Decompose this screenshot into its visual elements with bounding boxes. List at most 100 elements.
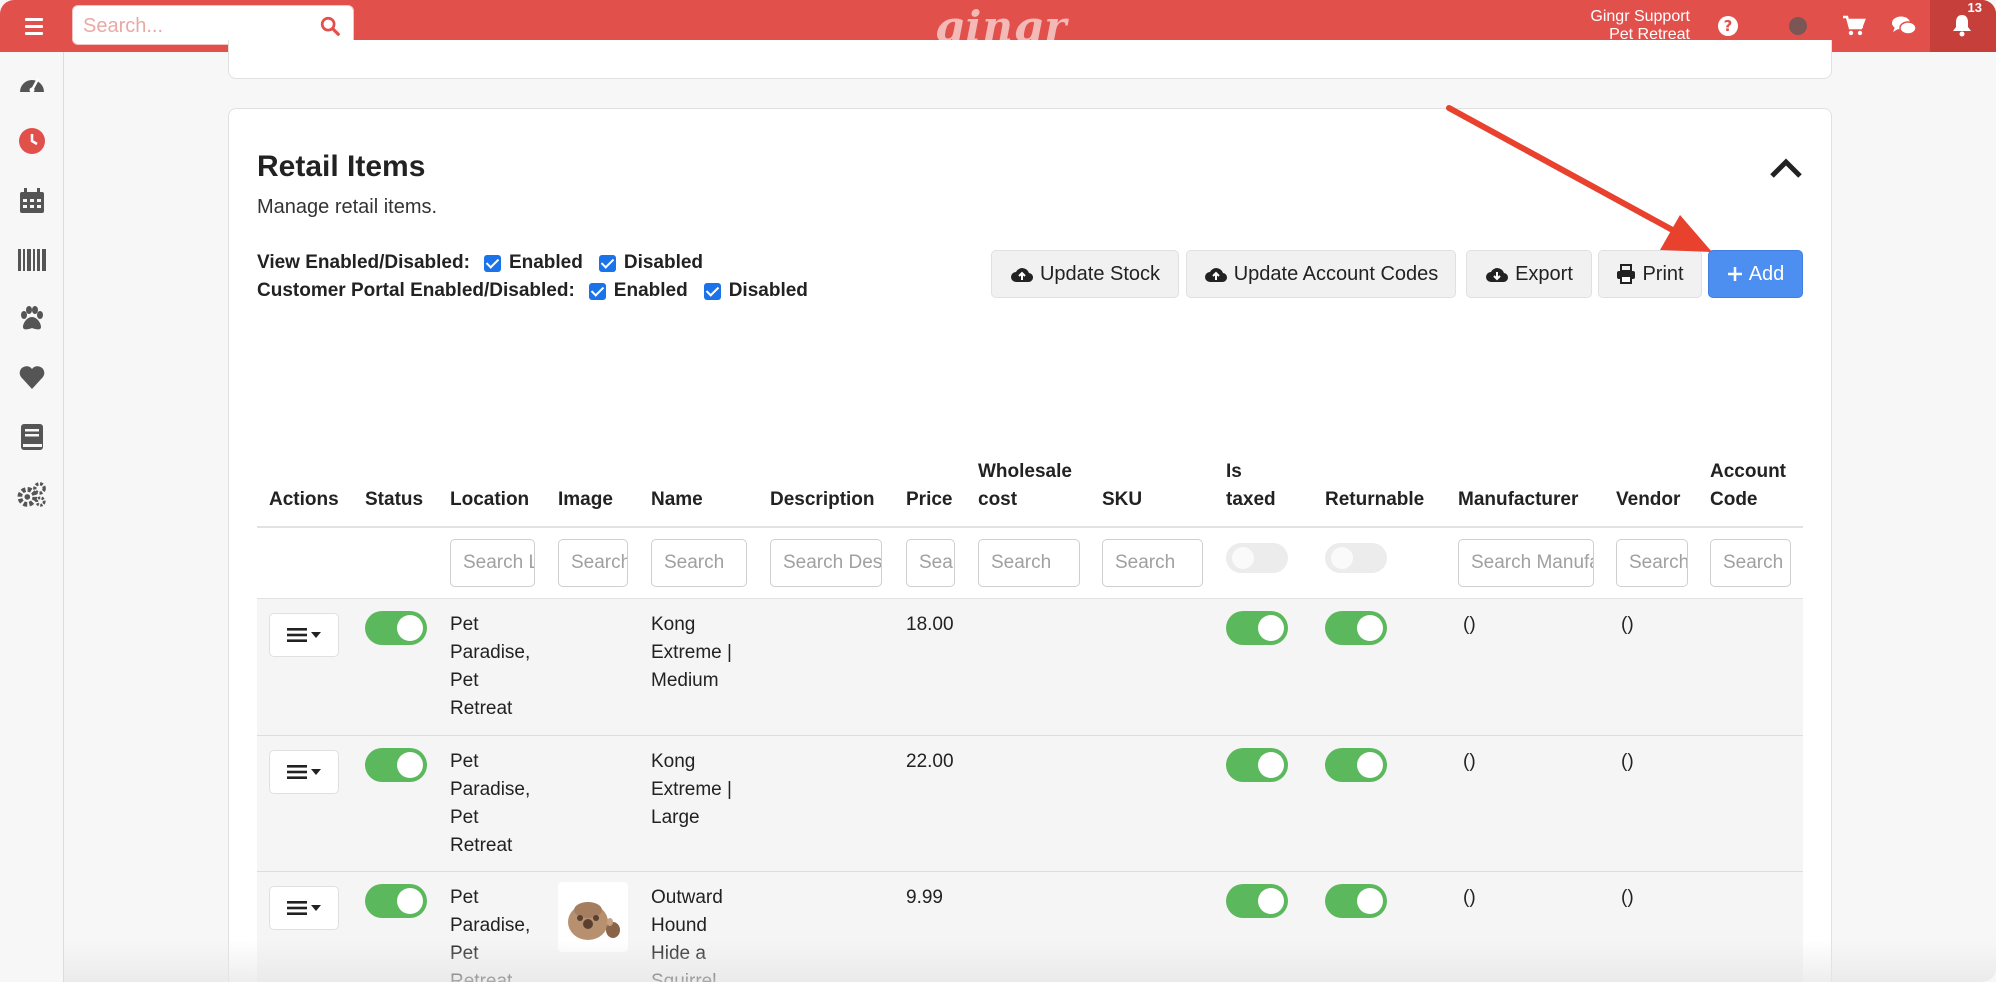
menu-icon[interactable] <box>14 12 54 40</box>
status-dot-icon[interactable] <box>1784 12 1812 40</box>
notification-badge: 13 <box>1967 0 1982 15</box>
view-enabled-checkbox[interactable]: Enabled <box>483 252 583 274</box>
cloud-download-icon <box>1486 268 1509 283</box>
cart-icon[interactable] <box>1840 12 1868 40</box>
checkbox-checked-icon[interactable] <box>483 254 501 272</box>
row-price: 22.00 <box>906 751 954 772</box>
printer-icon <box>1617 264 1636 284</box>
update-account-codes-button[interactable]: Update Account Codes <box>1186 250 1456 298</box>
list-icon <box>287 628 307 642</box>
col-description[interactable]: Description <box>770 486 875 514</box>
col-status[interactable]: Status <box>365 486 423 514</box>
account-code-search-input[interactable] <box>1710 539 1791 587</box>
row-name: Kong Extreme | Large <box>651 751 732 828</box>
chevron-up-icon[interactable] <box>1768 156 1804 180</box>
row-actions-button[interactable] <box>269 886 339 930</box>
paw-icon[interactable] <box>17 304 47 334</box>
location-search-input[interactable] <box>450 539 535 587</box>
status-toggle[interactable] <box>365 611 427 645</box>
row-location: Pet Paradise, Pet Retreat <box>450 751 531 856</box>
global-search[interactable] <box>72 5 354 45</box>
sidebar <box>0 52 64 982</box>
is-taxed-toggle[interactable] <box>1226 611 1288 645</box>
is-taxed-toggle[interactable] <box>1226 884 1288 918</box>
gears-icon[interactable] <box>17 480 47 510</box>
view-disabled-checkbox[interactable]: Disabled <box>598 252 703 274</box>
row-manufacturer: () <box>1463 614 1476 635</box>
col-wholesale-cost[interactable]: Wholesale cost <box>978 458 1072 514</box>
row-location: Pet Paradise, Pet Retreat <box>450 887 531 982</box>
row-vendor: () <box>1621 751 1634 772</box>
name-search-input[interactable] <box>651 539 747 587</box>
checkbox-checked-icon[interactable] <box>588 282 606 300</box>
chat-icon[interactable] <box>1890 12 1918 40</box>
status-toggle[interactable] <box>365 748 427 782</box>
col-sku[interactable]: SKU <box>1102 486 1142 514</box>
col-vendor[interactable]: Vendor <box>1616 486 1680 514</box>
add-button[interactable]: Add <box>1708 250 1803 298</box>
dashboard-icon[interactable] <box>17 68 47 98</box>
row-manufacturer: () <box>1463 751 1476 772</box>
question-icon[interactable]: ? <box>1714 12 1742 40</box>
table-row[interactable]: Pet Paradise, Pet Retreat Kong Extreme | Larg… <box>257 736 1803 872</box>
row-location: Pet Paradise, Pet Retreat <box>450 614 531 719</box>
description-search-input[interactable] <box>770 539 882 587</box>
returnable-toggle[interactable] <box>1325 884 1387 918</box>
vendor-search-input[interactable] <box>1616 539 1688 587</box>
col-name[interactable]: Name <box>651 486 703 514</box>
heart-icon[interactable] <box>17 362 47 392</box>
col-returnable[interactable]: Returnable <box>1325 486 1424 514</box>
row-price: 9.99 <box>906 887 943 908</box>
book-icon[interactable] <box>17 422 47 452</box>
caret-down-icon <box>311 632 321 638</box>
status-toggle[interactable] <box>365 884 427 918</box>
row-vendor: () <box>1621 887 1634 908</box>
product-thumbnail[interactable] <box>558 882 628 952</box>
caret-down-icon <box>311 905 321 911</box>
manufacturer-search-input[interactable] <box>1458 539 1594 587</box>
returnable-toggle[interactable] <box>1325 611 1387 645</box>
notifications[interactable]: 13 <box>1930 0 1996 52</box>
col-location[interactable]: Location <box>450 486 529 514</box>
calendar-icon[interactable] <box>17 186 47 216</box>
global-search-input[interactable] <box>83 12 313 40</box>
search-icon[interactable] <box>319 15 341 37</box>
price-search-input[interactable] <box>906 539 955 587</box>
is-taxed-filter-toggle[interactable] <box>1226 543 1288 573</box>
checkbox-checked-icon[interactable] <box>598 254 616 272</box>
page-subtitle: Manage retail items. <box>257 196 438 218</box>
user-name: Gingr Support <box>1590 8 1690 25</box>
col-is-taxed[interactable]: Is taxed <box>1226 458 1276 514</box>
svg-text:?: ? <box>1724 17 1733 35</box>
col-price[interactable]: Price <box>906 486 952 514</box>
bell-icon[interactable] <box>1951 13 1973 37</box>
table-row[interactable]: Pet Paradise, Pet Retreat Kong Extreme | Medi… <box>257 599 1803 736</box>
clock-icon[interactable] <box>17 126 47 156</box>
col-manufacturer[interactable]: Manufacturer <box>1458 486 1578 514</box>
update-stock-button[interactable]: Update Stock <box>991 250 1179 298</box>
portal-enabled-checkbox[interactable]: Enabled <box>588 280 688 302</box>
print-button[interactable]: Print <box>1598 250 1702 298</box>
is-taxed-toggle[interactable] <box>1226 748 1288 782</box>
row-actions-button[interactable] <box>269 750 339 794</box>
view-filter-label: View Enabled/Disabled: <box>257 252 470 273</box>
table-row[interactable]: Pet Paradise, Pet Retreat Outward Hound Hide … <box>257 872 1803 982</box>
list-icon <box>287 901 307 915</box>
row-vendor: () <box>1621 614 1634 635</box>
user-info[interactable]: Gingr Support Pet Retreat <box>1590 8 1690 44</box>
plus-icon <box>1727 267 1742 281</box>
previous-card <box>228 40 1832 79</box>
portal-disabled-checkbox[interactable]: Disabled <box>703 280 808 302</box>
wholesale-search-input[interactable] <box>978 539 1080 587</box>
checkbox-checked-icon[interactable] <box>703 282 721 300</box>
row-price: 18.00 <box>906 614 954 635</box>
returnable-filter-toggle[interactable] <box>1325 543 1387 573</box>
image-search-input[interactable] <box>558 539 628 587</box>
sku-search-input[interactable] <box>1102 539 1203 587</box>
row-actions-button[interactable] <box>269 613 339 657</box>
returnable-toggle[interactable] <box>1325 748 1387 782</box>
col-account-code[interactable]: Account Code <box>1710 458 1786 514</box>
barcode-icon[interactable] <box>17 245 47 275</box>
export-button[interactable]: Export <box>1466 250 1592 298</box>
page-title: Retail Items <box>257 150 426 183</box>
